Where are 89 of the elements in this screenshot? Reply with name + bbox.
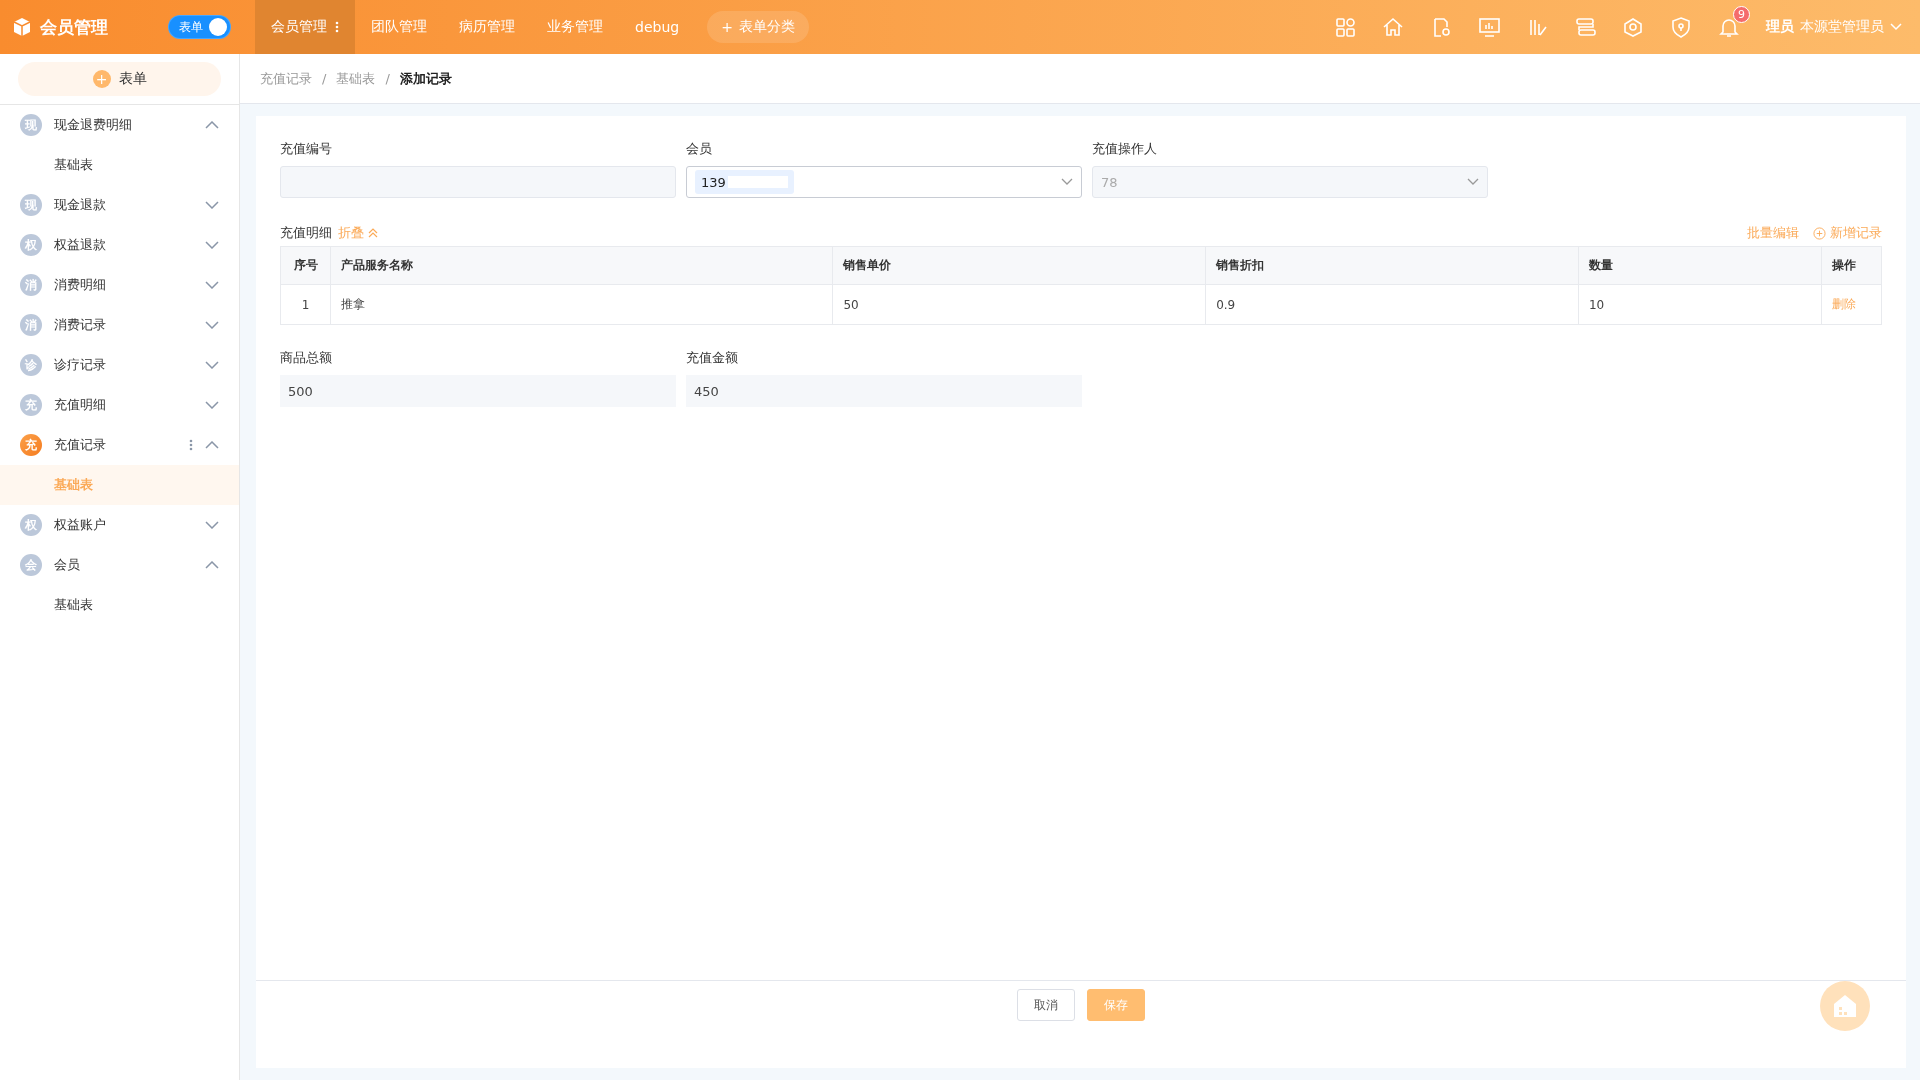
home-icon[interactable]	[1382, 16, 1404, 38]
sidebar-item[interactable]: 诊疗记录	[54, 356, 193, 374]
column-header: 销售单价	[832, 246, 1206, 285]
chevron-down-icon[interactable]	[205, 521, 219, 529]
mode-switch[interactable]: 表单	[168, 15, 231, 39]
save-button[interactable]: 保存	[1087, 989, 1145, 1021]
collapse-link[interactable]: 折叠	[338, 224, 378, 242]
column-header: 数量	[1578, 246, 1822, 285]
cancel-button[interactable]: 取消	[1017, 989, 1075, 1021]
sidebar-subitem[interactable]: 基础表	[0, 585, 239, 625]
table-cell: 推拿	[330, 284, 833, 325]
batch-edit-link[interactable]: 批量编辑	[1747, 224, 1799, 242]
field-label: 会员	[686, 140, 713, 158]
chevron-down-icon[interactable]	[205, 321, 219, 329]
select-field[interactable]: 139	[686, 166, 1082, 198]
menu-badge: 消	[20, 274, 42, 296]
nav-tab[interactable]: 病历管理	[443, 0, 531, 54]
flow-icon[interactable]	[1574, 16, 1596, 38]
add-record-link[interactable]: 新增记录	[1813, 224, 1882, 242]
apps-icon[interactable]	[1334, 16, 1356, 38]
menu-badge: 权	[20, 514, 42, 536]
sidebar-item[interactable]: 权益账户	[54, 516, 193, 534]
field-label: 充值金额	[686, 349, 739, 367]
column-header: 销售折扣	[1205, 246, 1579, 285]
chevron-down-icon[interactable]	[205, 361, 219, 369]
table-cell: 1	[280, 284, 331, 325]
menu-badge: 会	[20, 554, 42, 576]
section-title: 充值明细	[280, 224, 332, 242]
breadcrumb-separator: /	[322, 71, 327, 86]
table-cell: 10	[1578, 284, 1822, 325]
new-form-button[interactable]: + 表单	[18, 62, 221, 96]
field-label: 充值编号	[280, 140, 333, 158]
sidebar-item[interactable]: 现金退费明细	[54, 116, 193, 134]
chevron-up-icon[interactable]	[205, 441, 219, 449]
table-cell: 50	[832, 284, 1206, 325]
plus-circle-icon[interactable]	[1813, 226, 1826, 240]
sidebar-item[interactable]: 会员	[54, 556, 193, 574]
bell-icon[interactable]	[1718, 16, 1740, 38]
chevron-down-icon[interactable]	[205, 281, 219, 289]
house-icon	[1832, 994, 1858, 1018]
menu-badge: 诊	[20, 354, 42, 376]
menu-badge: 充	[20, 434, 42, 456]
shield-icon[interactable]	[1670, 16, 1692, 38]
sidebar-item[interactable]: 充值记录	[54, 436, 177, 454]
nav-tab[interactable]: 团队管理	[355, 0, 443, 54]
more-icon[interactable]	[335, 21, 339, 33]
menu-badge: 权	[20, 234, 42, 256]
sidebar-item[interactable]: 消费明细	[54, 276, 193, 294]
breadcrumb-item[interactable]: 基础表	[336, 69, 376, 88]
column-header: 序号	[280, 246, 331, 285]
monitor-chart-icon[interactable]	[1478, 16, 1500, 38]
column-header: 产品服务名称	[330, 246, 833, 285]
chevron-down-icon[interactable]	[205, 241, 219, 249]
sidebar-subitem[interactable]: 基础表	[0, 145, 239, 185]
sidebar-item[interactable]: 充值明细	[54, 396, 193, 414]
cube-icon	[12, 17, 32, 37]
more-icon[interactable]	[189, 439, 193, 451]
nav-tab[interactable]: 会员管理	[255, 0, 355, 54]
app-title: 会员管理	[40, 15, 108, 39]
member-chip: 139	[695, 170, 794, 194]
chevron-down-icon[interactable]	[1061, 178, 1073, 186]
sidebar-item[interactable]: 权益退款	[54, 236, 193, 254]
sidebar-subitem[interactable]: 基础表	[0, 465, 239, 505]
sidebar-item[interactable]: 现金退款	[54, 196, 193, 214]
menu-badge: 充	[20, 394, 42, 416]
nav-tab[interactable]: debug	[619, 0, 696, 54]
breadcrumb-item[interactable]: 充值记录	[260, 69, 312, 88]
field-label: 商品总额	[280, 349, 333, 367]
chevron-down-icon[interactable]	[205, 401, 219, 409]
nav-tab[interactable]: 业务管理	[531, 0, 619, 54]
chevron-up-icon[interactable]	[205, 121, 219, 129]
user-name[interactable]: 本源堂管理员	[1800, 18, 1884, 36]
column-header: 操作	[1821, 246, 1882, 285]
notification-count: 9	[1733, 6, 1750, 23]
chevron-down-icon[interactable]	[205, 201, 219, 209]
menu-badge: 现	[20, 194, 42, 216]
menu-badge: 消	[20, 314, 42, 336]
breadcrumb-item: 添加记录	[399, 69, 452, 88]
readonly-field: 500	[280, 375, 676, 407]
table-cell: 0.9	[1205, 284, 1579, 325]
readonly-field: 450	[686, 375, 1082, 407]
sidebar-item[interactable]: 消费记录	[54, 316, 193, 334]
double-chevron-up-icon[interactable]	[368, 228, 378, 238]
add-category-button[interactable]: + 表单分类	[707, 11, 809, 43]
menu-badge: 现	[20, 114, 42, 136]
user-role: 理员	[1766, 18, 1794, 36]
chevron-up-icon[interactable]	[205, 561, 219, 569]
field-label: 充值操作人	[1092, 140, 1158, 158]
breadcrumb-separator: /	[385, 71, 390, 86]
